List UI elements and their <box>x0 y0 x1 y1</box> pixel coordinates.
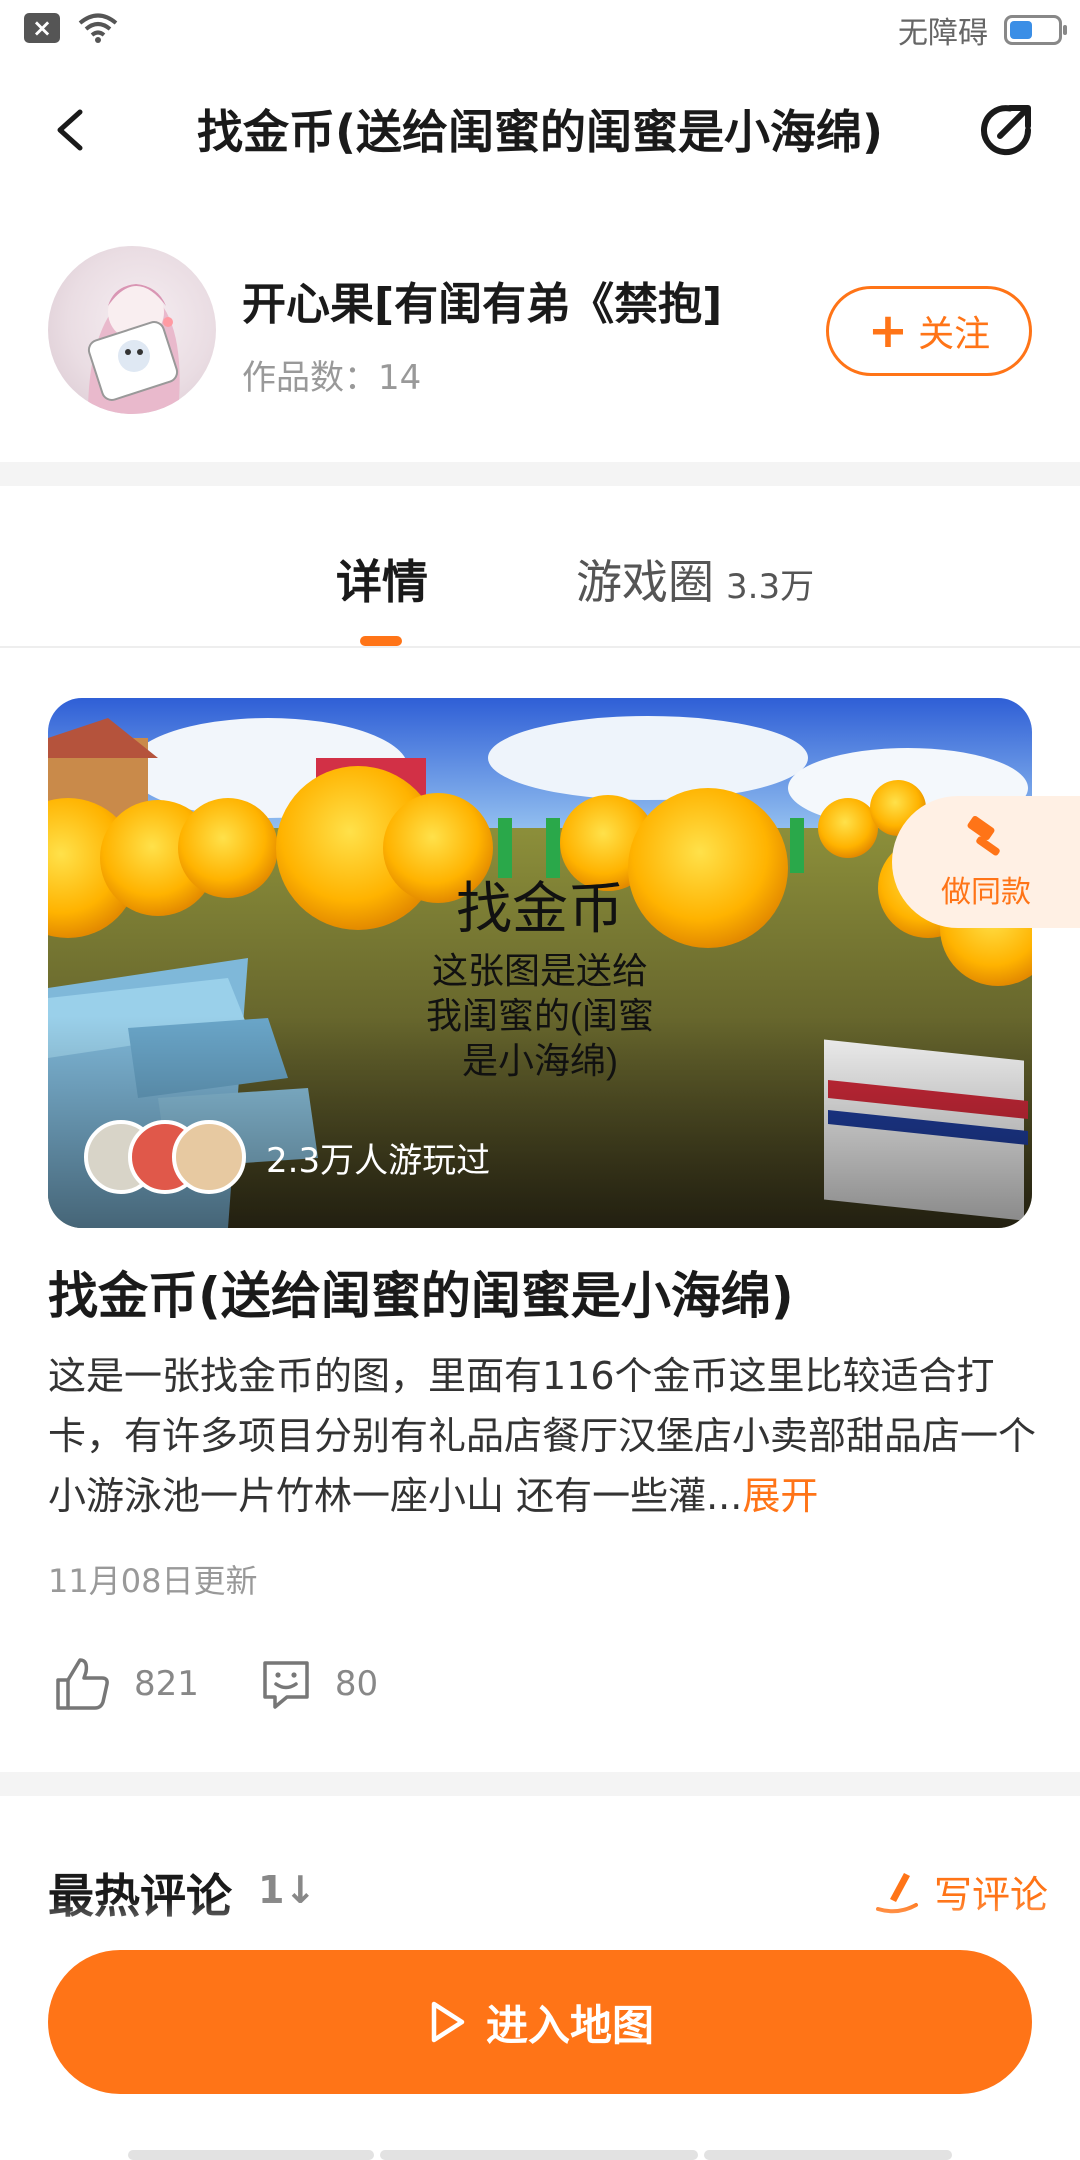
status-bar: × 无障碍 <box>0 0 1080 56</box>
follow-label: 关注 <box>918 314 991 355</box>
section-divider <box>0 1772 1080 1796</box>
description-text: 这是一张找金币的图，里面有116个金币这里比较适合打卡，有许多项目分别有礼品店餐… <box>48 1354 1037 1518</box>
author-name[interactable]: 开心果[有闺有弟《禁抱] <box>242 268 722 332</box>
game-title: 找金币(送给闺蜜的闺蜜是小海绵) <box>48 1267 794 1325</box>
status-right: 无障碍 <box>898 8 1067 52</box>
svg-text:是小海绵): 是小海绵) <box>462 1040 618 1081</box>
battery-icon <box>1004 15 1067 45</box>
players-row: 2.3万人游玩过 <box>84 1120 490 1194</box>
author-works-count: 作品数：14 <box>242 358 422 398</box>
status-left: × <box>24 12 118 44</box>
play-icon <box>431 2001 465 2043</box>
comment-icon <box>263 1661 309 1709</box>
comment-count: 80 <box>334 1664 379 1704</box>
author-row: 开心果[有闺有弟《禁抱] 作品数：14 + 关注 <box>0 240 1080 430</box>
nav-gesture-bar <box>704 2150 952 2160</box>
back-arrow-icon <box>57 109 83 151</box>
svg-text:这张图是送给: 这张图是送给 <box>432 950 648 991</box>
tab-active-indicator <box>360 636 402 646</box>
tab-game-circle-label: 游戏圈 <box>576 555 714 609</box>
player-avatar <box>172 1120 246 1194</box>
tab-bar: 详情 游戏圈 3.3万 <box>0 486 1080 648</box>
back-button[interactable] <box>40 98 104 162</box>
header: 找金币(送给闺蜜的闺蜜是小海绵) <box>0 70 1080 190</box>
tab-detail[interactable]: 详情 <box>336 546 428 612</box>
share-button[interactable] <box>972 96 1040 164</box>
game-description: 这是一张找金币的图，里面有116个金币这里比较适合打卡，有许多项目分别有礼品店餐… <box>48 1346 1038 1526</box>
battery-level <box>1010 21 1032 39</box>
svg-text:我闺蜜的(闺蜜: 我闺蜜的(闺蜜 <box>426 995 654 1036</box>
tab-game-circle-count: 3.3万 <box>726 567 815 607</box>
author-avatar[interactable] <box>48 246 216 414</box>
update-date: 11月08日更新 <box>48 1562 258 1600</box>
hammer-icon <box>967 815 1000 856</box>
game-banner[interactable]: 找金币 这张图是送给 我闺蜜的(闺蜜 是小海绵) 2.3万人游玩过 <box>48 698 1032 1228</box>
expand-link[interactable]: 展开 <box>742 1474 818 1518</box>
share-icon <box>981 105 1032 156</box>
like-button[interactable]: 821 <box>54 1656 199 1712</box>
follow-button[interactable]: + 关注 <box>826 286 1032 376</box>
wifi-icon <box>78 13 118 43</box>
like-count: 821 <box>134 1664 199 1704</box>
make-same-button[interactable]: 做同款 <box>892 796 1080 928</box>
enter-map-button[interactable]: 进入地图 <box>48 1950 1032 2094</box>
nav-gesture-bar <box>128 2150 374 2160</box>
players-count: 2.3万人游玩过 <box>266 1140 491 1181</box>
enter-map-label: 进入地图 <box>485 2000 654 2050</box>
section-divider <box>0 462 1080 486</box>
svg-text:找金币: 找金币 <box>456 877 624 940</box>
avatar-illustration <box>87 284 180 414</box>
thumbs-up-icon <box>56 1658 109 1710</box>
nav-gesture-bar <box>380 2150 698 2160</box>
accessibility-label: 无障碍 <box>898 16 988 51</box>
comment-button[interactable]: 80 <box>259 1657 378 1711</box>
page-title: 找金币(送给闺蜜的闺蜜是小海绵) <box>196 105 884 159</box>
stats-row: 821 80 <box>54 1656 438 1712</box>
close-notification-icon: × <box>24 13 60 43</box>
tab-game-circle[interactable]: 游戏圈 3.3万 <box>576 546 814 612</box>
make-same-label: 做同款 <box>941 875 1031 910</box>
plus-icon: + <box>867 303 909 359</box>
